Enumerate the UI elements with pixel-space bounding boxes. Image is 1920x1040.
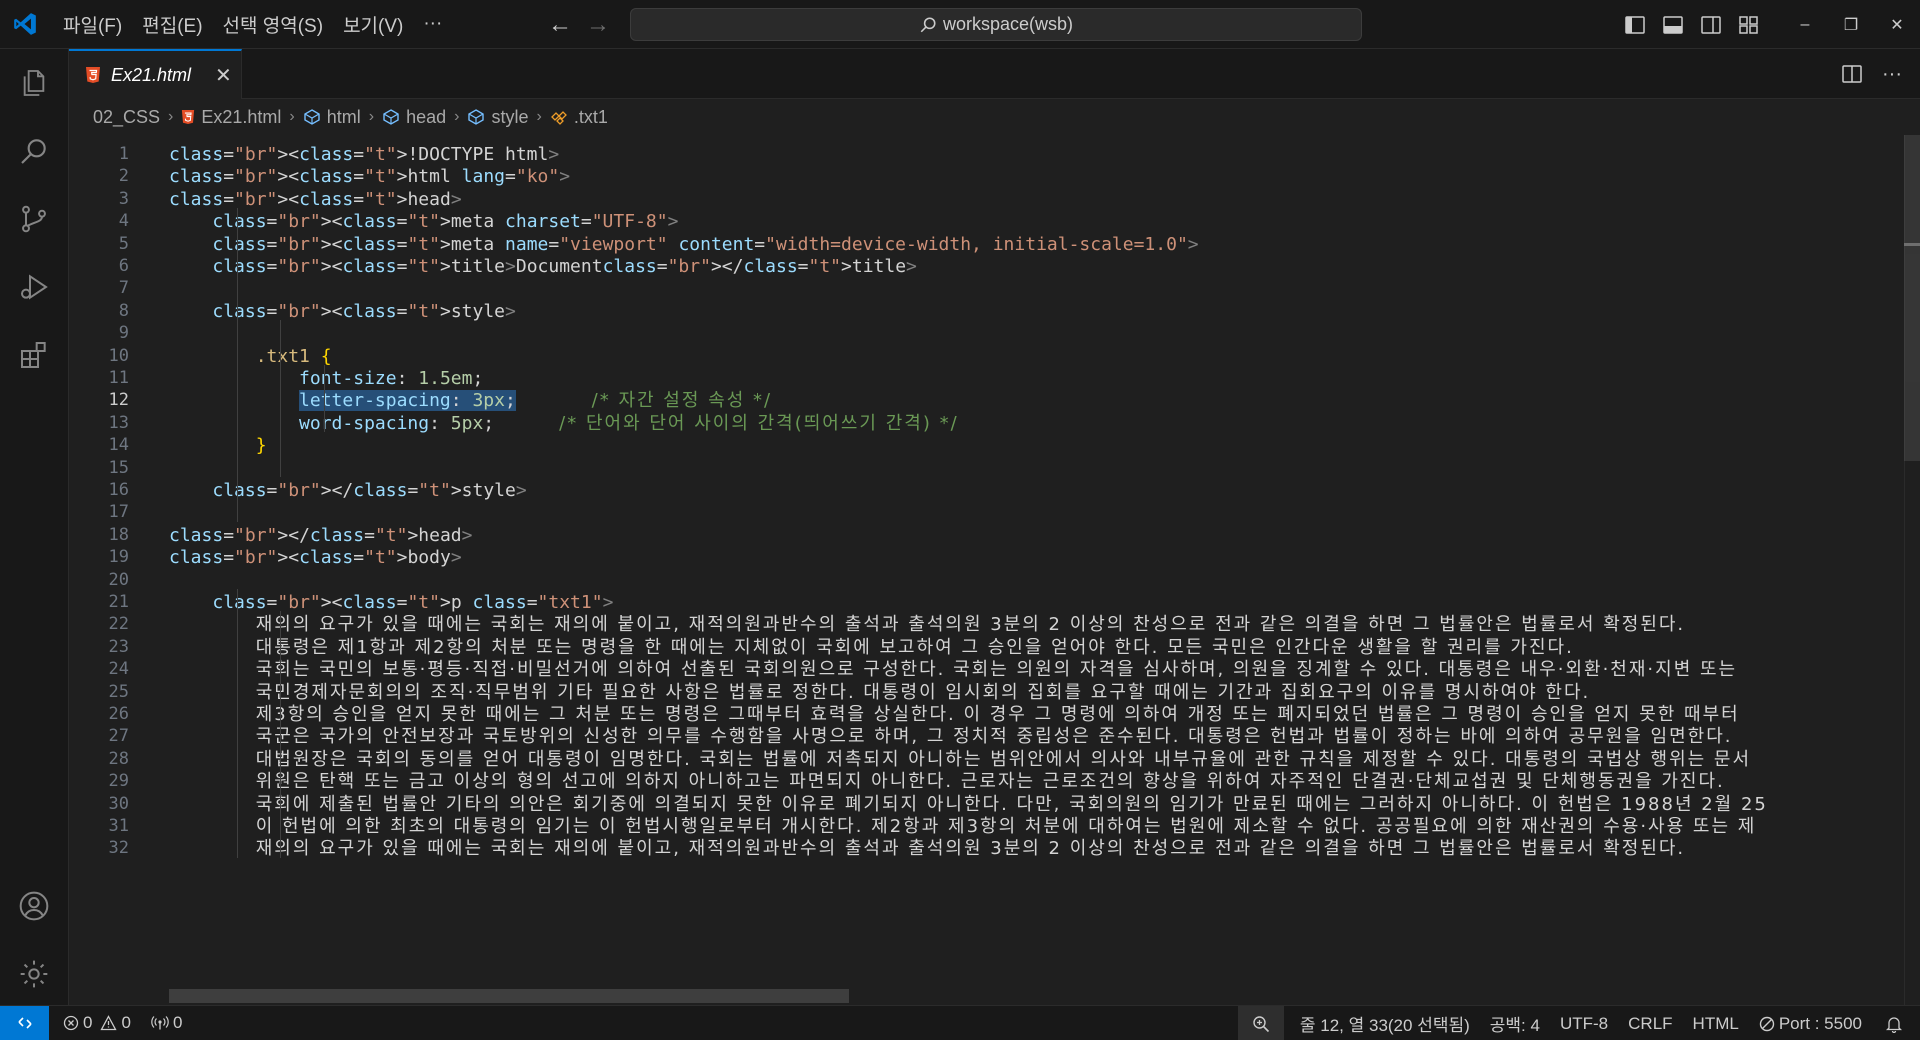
activity-bar <box>0 49 69 1009</box>
breadcrumb: 02_CSS › Ex21.html › html › head › style… <box>69 99 1920 135</box>
customize-layout-icon[interactable] <box>1730 15 1768 34</box>
breadcrumb-html[interactable]: html <box>303 107 361 128</box>
minimize-button[interactable]: – <box>1782 0 1828 49</box>
command-center-label: workspace(wsb) <box>942 14 1074 34</box>
status-bar: 0 0 0 줄 12, 열 33(20 선택됨) 공백: 4 UTF-8 CRL… <box>0 1005 1920 1040</box>
tab-ex21-html[interactable]: Ex21.html ✕ <box>69 49 242 99</box>
extensions-icon[interactable] <box>0 321 68 389</box>
problems-indicator[interactable]: 0 0 <box>49 1006 141 1040</box>
code-line[interactable]: class="br"></class="t">style> <box>169 477 526 505</box>
breadcrumb-head[interactable]: head <box>382 107 446 128</box>
indent-guide <box>280 611 282 858</box>
symbol-class-icon <box>550 111 567 125</box>
code-area[interactable]: class="br"><class="t">!DOCTYPE html> clas… <box>169 135 1904 1005</box>
code-line[interactable]: word-spacing: 5px; /* 단어와 단어 사이의 간격(띄어쓰기… <box>169 410 959 438</box>
menu-selection[interactable]: 선택 영역(S) <box>213 0 334 48</box>
breadcrumb-file[interactable]: Ex21.html <box>181 107 281 128</box>
search-icon <box>920 16 936 32</box>
accounts-icon[interactable] <box>0 872 68 940</box>
vertical-scrollbar[interactable] <box>1904 135 1920 1005</box>
close-window-button[interactable]: ✕ <box>1874 0 1920 49</box>
remote-indicator-icon[interactable] <box>0 1005 49 1040</box>
manage-gear-icon[interactable] <box>0 940 68 1008</box>
command-center-search[interactable]: workspace(wsb) <box>630 8 1362 41</box>
search-icon[interactable] <box>0 117 68 185</box>
code-line[interactable]: } <box>169 432 267 460</box>
code-line[interactable]: class="br"><class="t">style> <box>169 298 516 326</box>
ports-count: 0 <box>172 1013 183 1032</box>
toggle-primary-sidebar-icon[interactable] <box>1616 15 1654 34</box>
chevron-right-icon: › <box>536 108 542 125</box>
split-editor-icon[interactable] <box>1842 65 1862 83</box>
title-actions: – ❐ ✕ <box>1616 0 1920 49</box>
chevron-right-icon: › <box>368 108 375 125</box>
tab-actions: ··· <box>1842 49 1902 99</box>
line-number-gutter: 1 2 3 4 5 6 7 8 9 10 11 12 13 14 15 16 17 18 19 20 21 22 23 24 2… <box>69 135 169 1005</box>
breadcrumb-style[interactable]: style <box>467 107 528 128</box>
encoding[interactable]: UTF-8 <box>1550 1006 1618 1040</box>
chevron-right-icon: › <box>289 108 295 125</box>
symbol-tag-icon <box>468 109 485 125</box>
vscode-logo-icon <box>0 0 49 49</box>
symbol-tag-icon <box>304 109 320 125</box>
tab-label: Ex21.html <box>111 64 192 85</box>
html5-icon <box>182 110 195 124</box>
back-arrow-icon[interactable]: ← <box>548 11 572 39</box>
indent-guide <box>280 320 282 477</box>
error-icon <box>63 1015 79 1031</box>
breadcrumb-folder[interactable]: 02_CSS <box>93 107 160 128</box>
explorer-icon[interactable] <box>0 49 68 117</box>
line-number: 32 <box>108 838 129 859</box>
menu-edit[interactable]: 편집(E) <box>132 0 212 48</box>
cursor-position-marker <box>1904 243 1920 246</box>
indentation[interactable]: 공백: 4 <box>1480 1006 1550 1040</box>
horizontal-scroll-thumb[interactable] <box>169 989 849 1003</box>
title-bar: 파일(F) 편집(E) 선택 영역(S) 보기(V) ··· ← → works… <box>0 0 1920 49</box>
toggle-panel-icon[interactable] <box>1654 15 1692 34</box>
language-mode[interactable]: HTML <box>1683 1006 1749 1040</box>
code-line[interactable]: 재의의 요구가 있을 때에는 국회는 재의에 붙이고, 재적의원과반수의 출석과… <box>169 835 1685 863</box>
broadcast-icon <box>151 1016 169 1030</box>
live-server-port[interactable]: Port : 5500 <box>1749 1006 1872 1040</box>
navigation-arrows: ← → <box>548 0 610 49</box>
code-line[interactable]: class="br"><class="t">body> <box>169 544 462 572</box>
restore-button[interactable]: ❐ <box>1828 0 1874 49</box>
vertical-scroll-thumb[interactable] <box>1904 135 1920 461</box>
code-line[interactable]: class="br"><class="t">title>Documentclas… <box>169 253 917 281</box>
forward-arrow-icon[interactable]: → <box>586 11 610 39</box>
chevron-right-icon: › <box>168 108 174 125</box>
menu-bar: 파일(F) 편집(E) 선택 영역(S) 보기(V) ··· <box>49 0 452 48</box>
symbol-tag-icon <box>383 109 399 125</box>
indent-guide <box>237 589 238 858</box>
warning-icon <box>100 1015 118 1031</box>
cursor-position[interactable]: 줄 12, 열 33(20 선택됨) <box>1284 1006 1480 1040</box>
zoom-icon[interactable] <box>1237 1006 1284 1040</box>
status-right-items: 줄 12, 열 33(20 선택됨) 공백: 4 UTF-8 CRLF HTML… <box>1237 1006 1920 1040</box>
source-control-icon[interactable] <box>0 185 68 253</box>
menu-more[interactable]: ··· <box>413 0 452 48</box>
indent-guide <box>237 208 238 522</box>
more-actions-icon[interactable]: ··· <box>1882 63 1902 86</box>
notifications-bell-icon[interactable] <box>1872 1006 1920 1040</box>
end-of-line[interactable]: CRLF <box>1618 1006 1682 1040</box>
code-editor[interactable]: 1 2 3 4 5 6 7 8 9 10 11 12 13 14 15 16 17 18 19 20 21 22 23 24 2… <box>69 135 1920 1005</box>
error-count: 0 <box>83 1013 93 1032</box>
menu-view[interactable]: 보기(V) <box>333 0 413 48</box>
tab-close-icon[interactable]: ✕ <box>215 63 232 88</box>
html5-icon <box>86 67 100 83</box>
editor-tabs: Ex21.html ✕ ··· <box>69 49 1920 99</box>
block-icon <box>1759 1016 1775 1031</box>
menu-file[interactable]: 파일(F) <box>49 0 132 48</box>
chevron-right-icon: › <box>454 108 460 125</box>
toggle-secondary-sidebar-icon[interactable] <box>1692 15 1730 34</box>
warning-count: 0 <box>121 1013 131 1032</box>
ports-indicator[interactable]: 0 <box>141 1006 192 1040</box>
breadcrumb-selector[interactable]: .txt1 <box>550 107 608 128</box>
run-and-debug-icon[interactable] <box>0 253 68 321</box>
indent-guide <box>323 365 325 433</box>
